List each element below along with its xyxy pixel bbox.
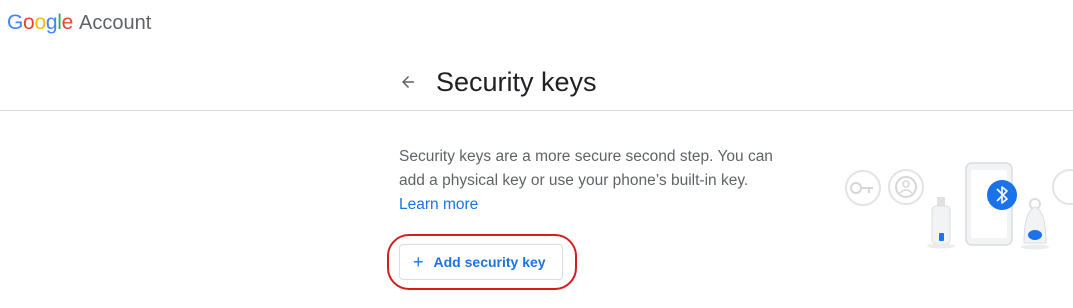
product-name: Account [78,12,152,34]
key-icon [845,170,881,206]
back-button[interactable] [394,68,422,96]
arrow-back-icon [402,76,414,88]
security-keys-illustration [845,162,1073,250]
page: Google Account Security keys Security ke… [0,0,1073,308]
plus-icon: + [413,252,424,272]
google-logo: Google [7,11,73,34]
description-text: Security keys are a more secure second s… [399,148,773,189]
description: Security keys are a more secure second s… [399,145,799,217]
usb-key-icon [927,197,955,249]
bluetooth-icon [987,180,1017,210]
page-title: Security keys [436,67,597,97]
page-header: Security keys [0,56,1073,111]
fob-key-icon [1021,198,1049,250]
add-security-key-button[interactable]: + Add security key [399,244,563,280]
learn-more-link[interactable]: Learn more [399,196,478,213]
person-icon [888,169,924,205]
add-security-key-label: Add security key [433,254,546,270]
google-account-brand[interactable]: Google Account [7,9,151,37]
